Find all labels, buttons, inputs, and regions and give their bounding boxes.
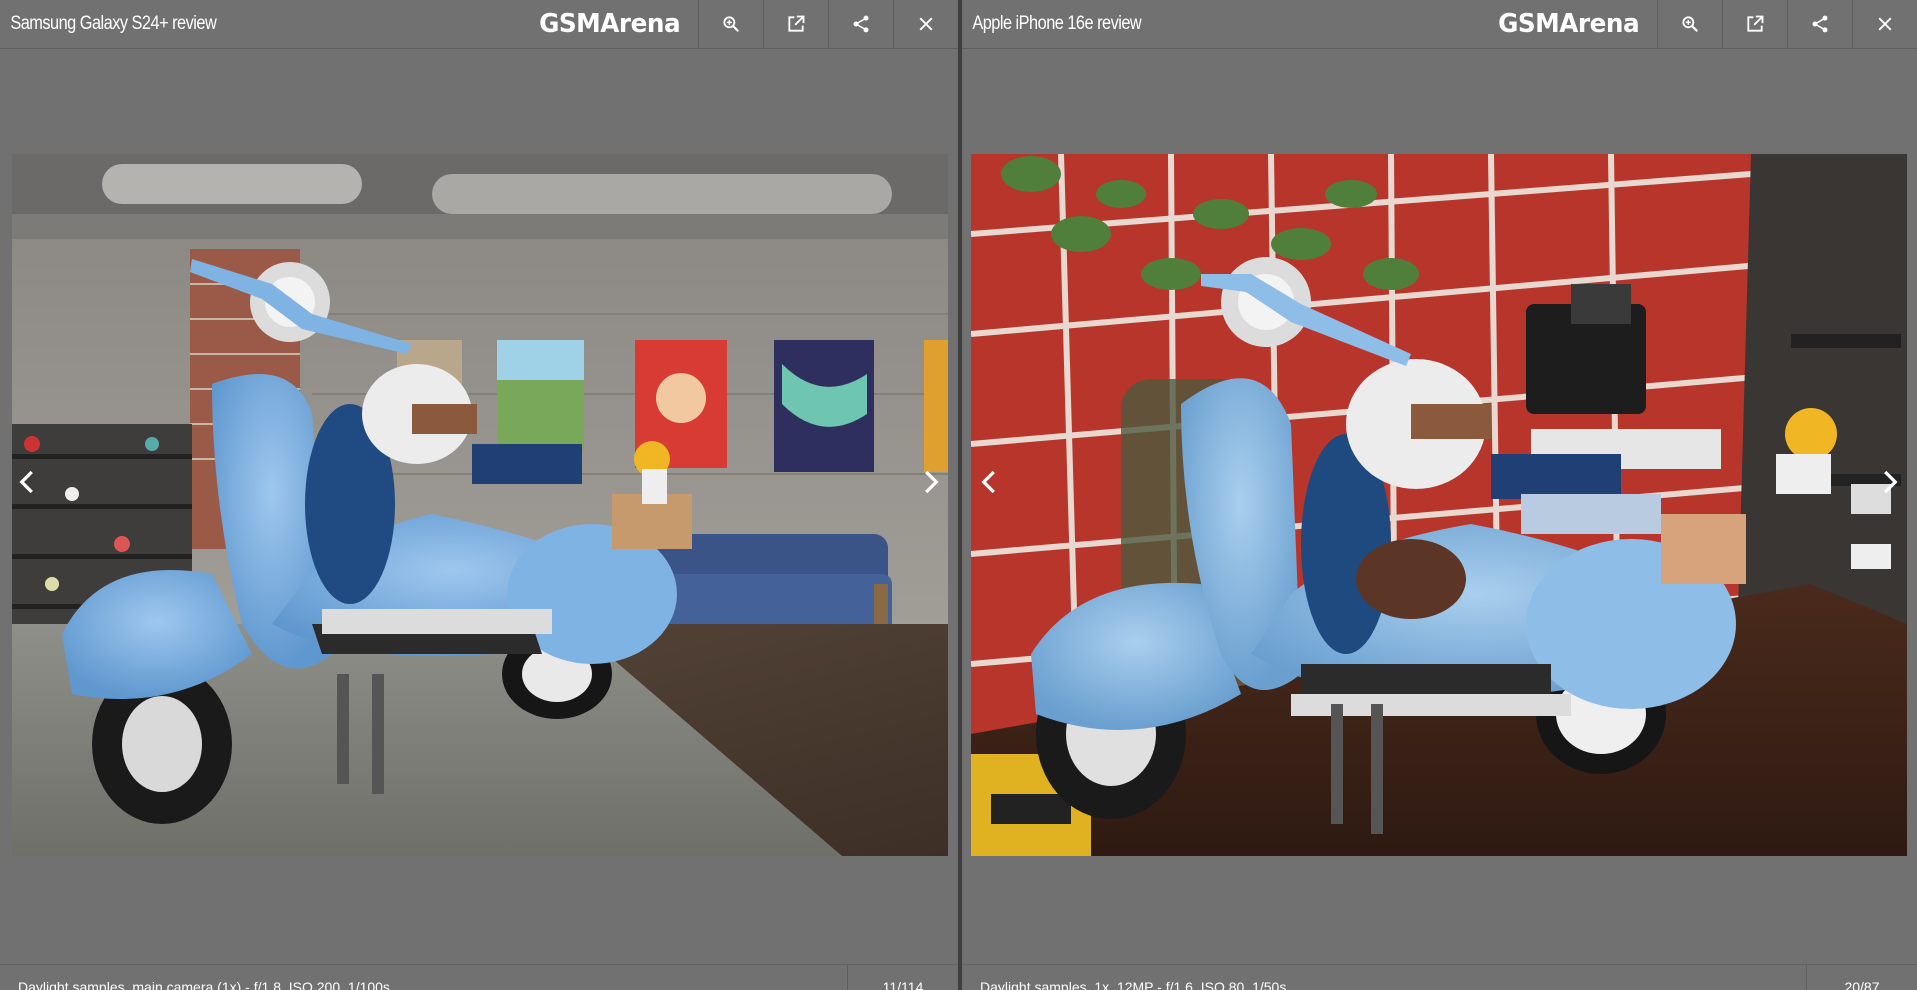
open-external-icon bbox=[788, 15, 805, 32]
right-open-external-button[interactable] bbox=[1722, 0, 1787, 48]
share-icon bbox=[1812, 15, 1828, 33]
right-next-photo-button[interactable] bbox=[1869, 462, 1909, 502]
scooter-photo-left bbox=[12, 154, 948, 856]
left-gallery-pane: Samsung Galaxy S24+ review GSMArena Dayl… bbox=[0, 0, 958, 990]
open-external-icon bbox=[1747, 15, 1764, 32]
chevron-right-icon bbox=[1884, 470, 1898, 494]
close-icon bbox=[919, 17, 933, 31]
left-caption-bar: Daylight samples, main camera (1x) - f/1… bbox=[0, 964, 958, 990]
right-photo-counter: 20/87 bbox=[1806, 965, 1917, 990]
right-review-title: Apple iPhone 16e review bbox=[972, 13, 1142, 34]
close-icon bbox=[1878, 17, 1892, 31]
right-share-button[interactable] bbox=[1787, 0, 1852, 48]
chevron-left-icon bbox=[19, 470, 33, 494]
left-header-bar: Samsung Galaxy S24+ review GSMArena bbox=[0, 0, 958, 49]
right-header-bar: Apple iPhone 16e review GSMArena bbox=[962, 0, 1917, 49]
right-caption-bar: Daylight samples, 1x, 12MP - f/1.6, ISO … bbox=[962, 964, 1917, 990]
scooter-photo-right bbox=[971, 154, 1907, 856]
right-close-button[interactable] bbox=[1852, 0, 1917, 48]
zoom-icon bbox=[1682, 16, 1698, 32]
left-close-button[interactable] bbox=[893, 0, 958, 48]
right-sample-photo[interactable] bbox=[971, 154, 1907, 856]
chevron-left-icon bbox=[981, 470, 995, 494]
left-photo-counter: 11/114 bbox=[847, 965, 958, 990]
right-gallery-pane: Apple iPhone 16e review GSMArena Dayligh… bbox=[962, 0, 1917, 990]
left-review-title: Samsung Galaxy S24+ review bbox=[10, 13, 217, 34]
comparison-viewer: Samsung Galaxy S24+ review GSMArena Dayl… bbox=[0, 0, 1917, 990]
share-icon bbox=[853, 15, 869, 33]
right-photo-caption: Daylight samples, 1x, 12MP - f/1.6, ISO … bbox=[980, 979, 1287, 990]
right-zoom-button[interactable] bbox=[1657, 0, 1722, 48]
chevron-right-icon bbox=[925, 470, 939, 494]
left-share-button[interactable] bbox=[828, 0, 893, 48]
left-sample-photo[interactable] bbox=[12, 154, 948, 856]
gsmarena-logo[interactable]: GSMArena bbox=[539, 9, 693, 39]
left-zoom-button[interactable] bbox=[698, 0, 763, 48]
zoom-icon bbox=[723, 16, 739, 32]
left-open-external-button[interactable] bbox=[763, 0, 828, 48]
right-previous-photo-button[interactable] bbox=[970, 462, 1010, 502]
gsmarena-logo[interactable]: GSMArena bbox=[1498, 9, 1652, 39]
left-next-photo-button[interactable] bbox=[910, 462, 950, 502]
left-photo-caption: Daylight samples, main camera (1x) - f/1… bbox=[18, 979, 390, 990]
left-previous-photo-button[interactable] bbox=[8, 462, 48, 502]
